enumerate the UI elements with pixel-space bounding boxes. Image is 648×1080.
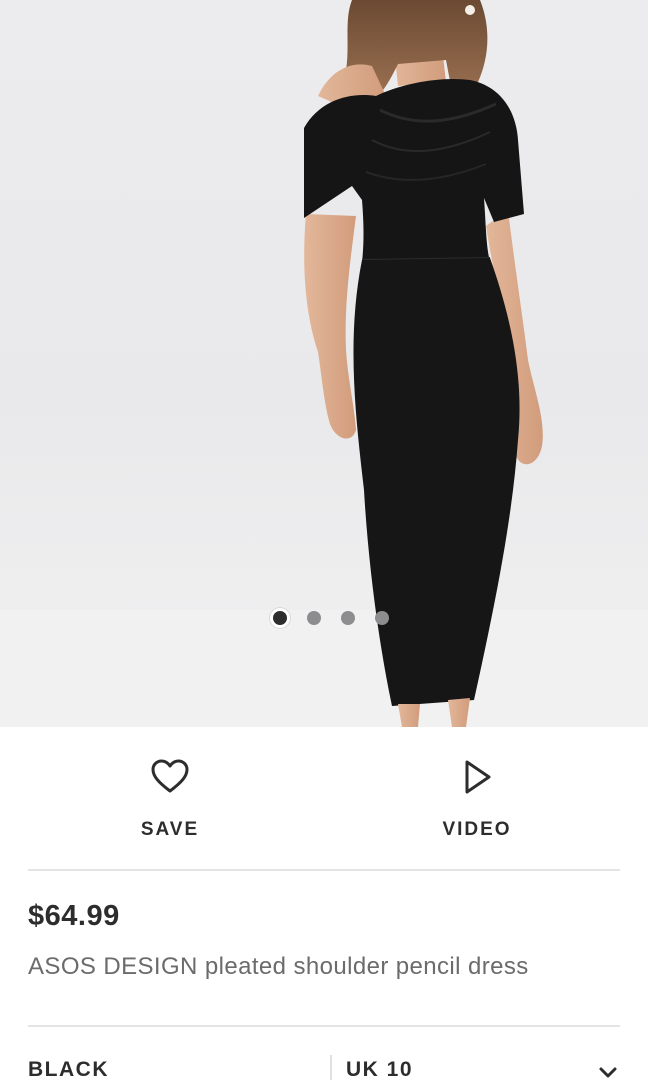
colour-value: BLACK: [28, 1058, 109, 1080]
video-button[interactable]: VIDEO: [377, 757, 577, 847]
play-outline-icon: [465, 760, 491, 794]
selector-divider: [330, 1055, 332, 1080]
chevron-down-icon[interactable]: [598, 1066, 618, 1080]
divider: [28, 869, 620, 871]
heart-outline-icon: [151, 759, 189, 793]
carousel-dot-4[interactable]: [375, 611, 389, 625]
colour-selector[interactable]: BLACK: [28, 1058, 328, 1080]
product-actions: SAVE VIDEO: [0, 727, 648, 870]
save-button[interactable]: SAVE: [70, 757, 270, 847]
video-label: VIDEO: [442, 819, 512, 840]
divider: [28, 1025, 620, 1027]
product-image[interactable]: [0, 0, 648, 727]
save-label: SAVE: [140, 819, 200, 840]
product-price: $64.99: [28, 900, 120, 932]
product-title: ASOS DESIGN pleated shoulder pencil dres…: [28, 953, 529, 980]
carousel-dot-2[interactable]: [307, 611, 321, 625]
size-selector[interactable]: UK 10: [346, 1058, 626, 1080]
product-page: SAVE VIDEO $64.99 ASOS DESIGN pleated sh…: [0, 0, 648, 1080]
size-value: UK 10: [346, 1058, 414, 1080]
carousel-dot-3[interactable]: [341, 611, 355, 625]
carousel-dot-1[interactable]: [270, 608, 290, 628]
image-carousel-dots: [0, 607, 648, 629]
